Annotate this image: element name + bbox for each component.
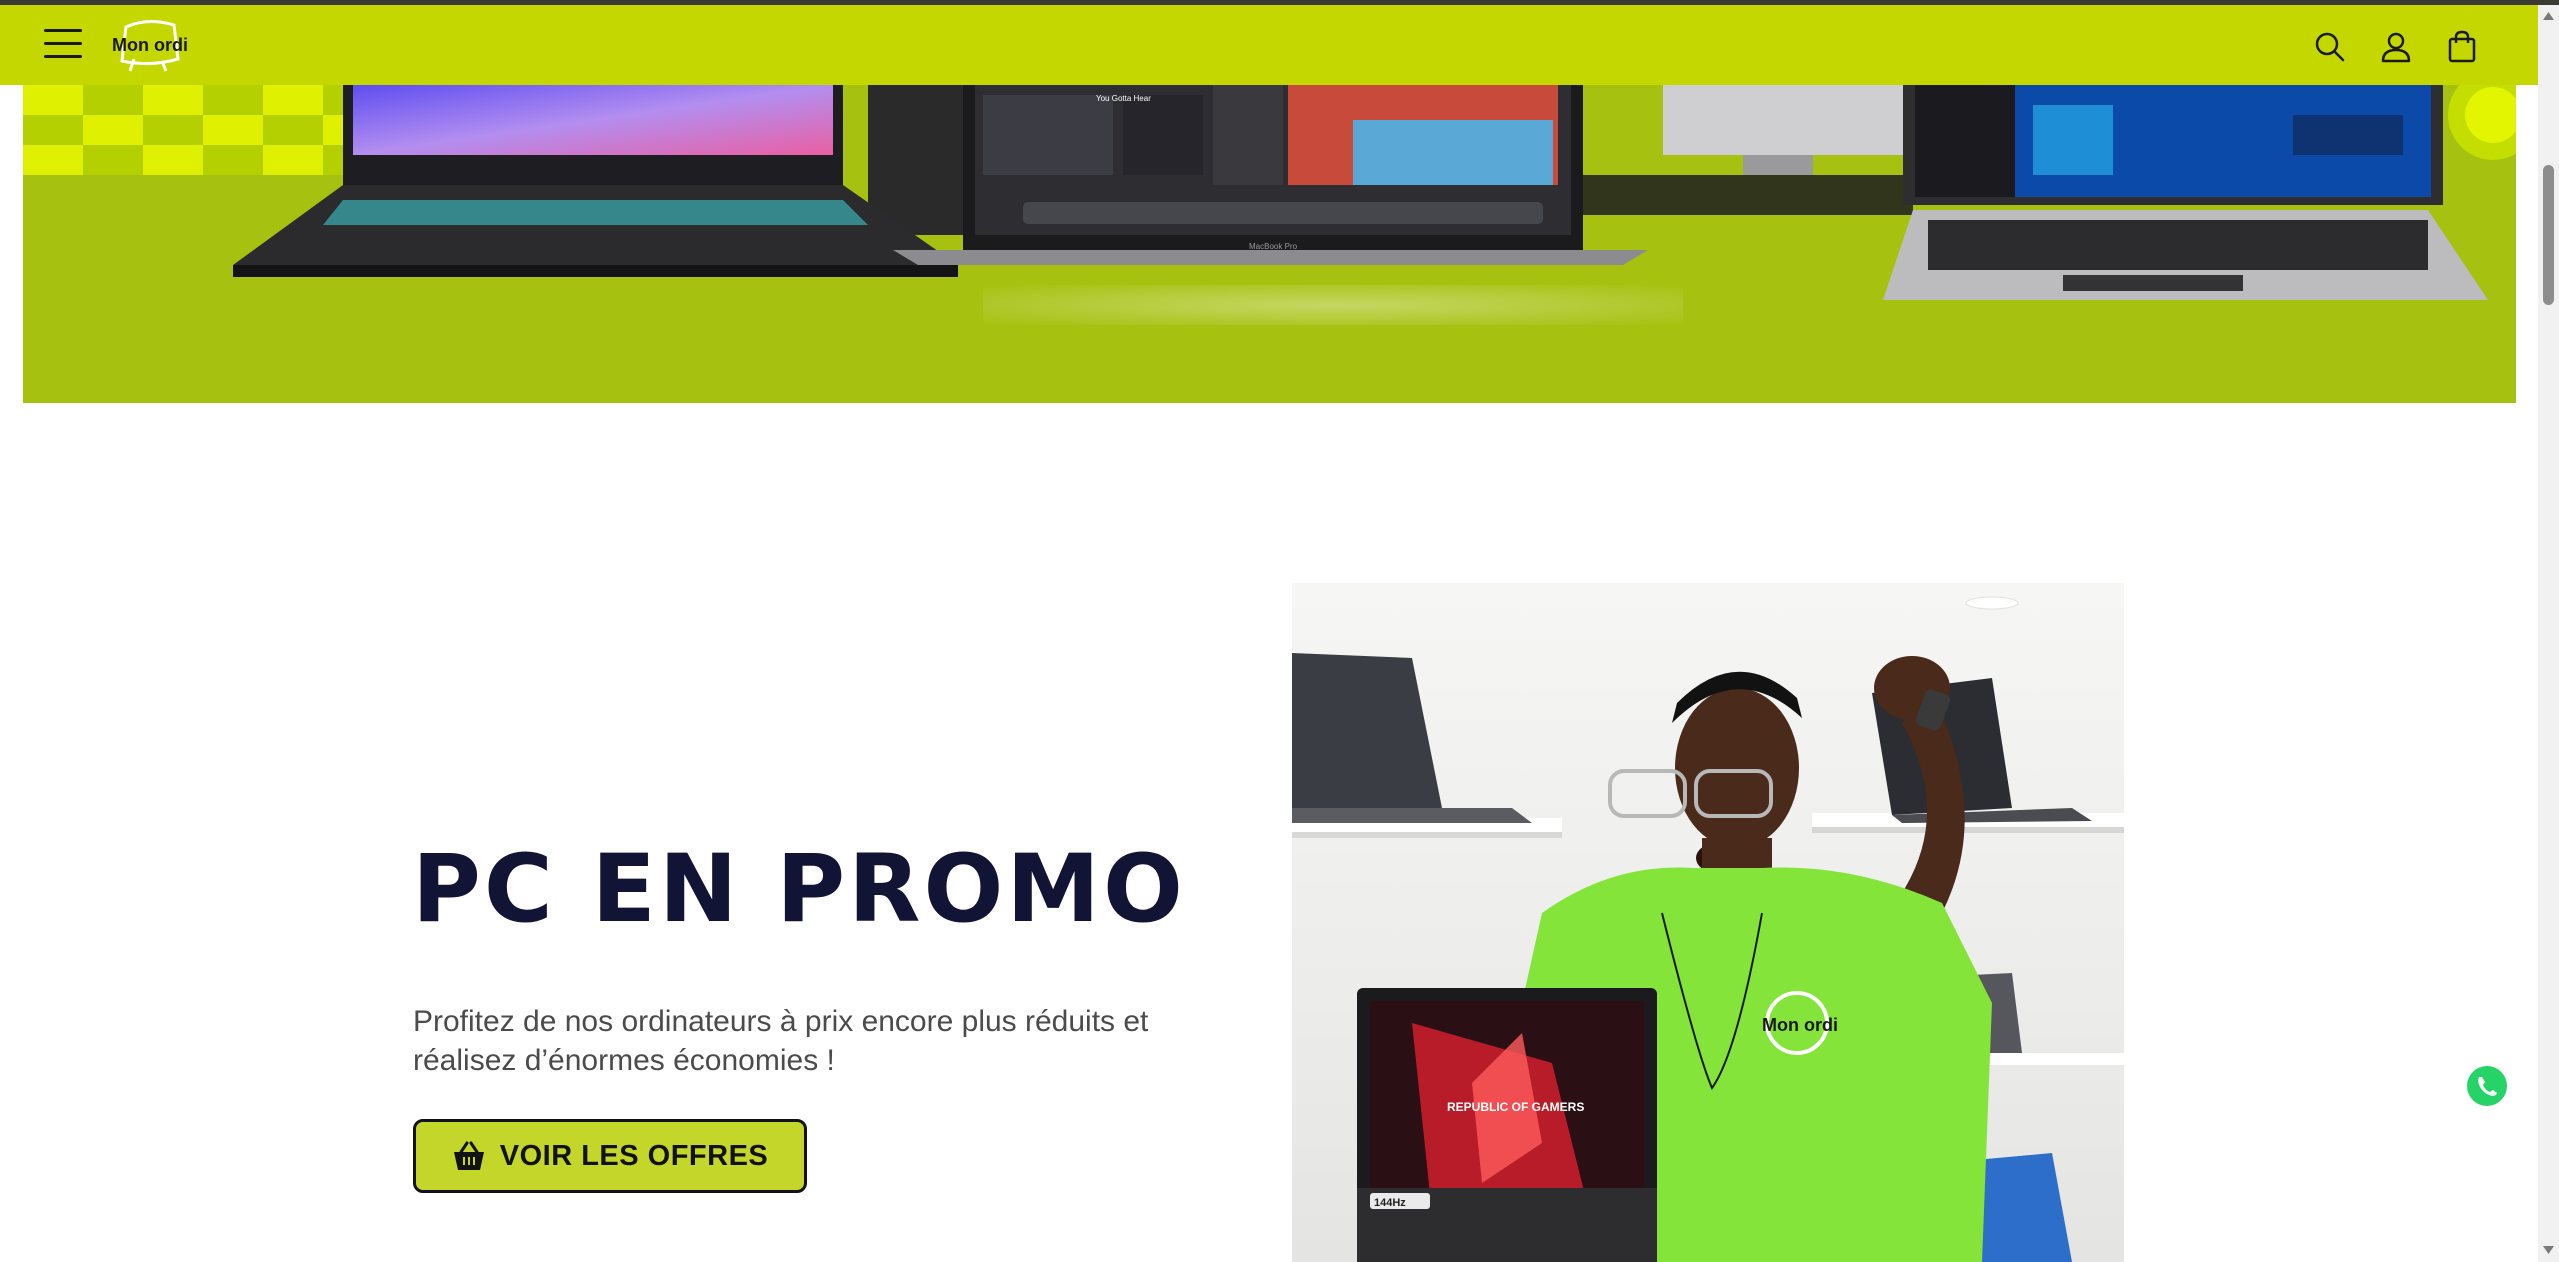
shirt-logo-text: Mon ordi <box>1762 1015 1838 1035</box>
whatsapp-button[interactable] <box>2460 1060 2514 1114</box>
gaming-laptop-image <box>233 85 958 277</box>
scrollbar-thumb[interactable] <box>2543 165 2554 305</box>
screen-brand-text: REPUBLIC OF GAMERS <box>1447 1100 1584 1114</box>
scroll-down-icon[interactable] <box>2542 1245 2555 1255</box>
logo-text: Mon ordi <box>112 35 188 55</box>
macbook-image: You Gotta Hear MacBook Pro <box>893 85 1648 265</box>
promo-title: PC EN PROMO <box>412 835 1186 944</box>
whatsapp-icon <box>2462 1062 2511 1111</box>
promo-photo: Mon ordi REPUBLIC OF GAMERS 144Hz <box>1292 583 2124 1262</box>
menu-icon[interactable] <box>44 29 82 65</box>
account-icon[interactable] <box>2376 27 2416 67</box>
macbook-screen-text: You Gotta Hear <box>1096 94 1151 103</box>
banner-glow <box>983 285 1683 325</box>
refresh-rate-label: 144Hz <box>1374 1197 1406 1209</box>
view-offers-label: VOIR LES OFFRES <box>499 1139 769 1172</box>
vertical-scrollbar[interactable] <box>2538 5 2559 1262</box>
view-offers-button[interactable]: VOIR LES OFFRES <box>413 1119 807 1193</box>
cart-icon[interactable] <box>2442 27 2482 67</box>
page: Mon ordi You Gotta Hear MacBook Pro PC E… <box>0 0 2559 1262</box>
site-header: Mon ordi <box>0 5 2538 85</box>
site-logo[interactable]: Mon ordi <box>108 15 188 75</box>
basket-icon <box>453 1141 484 1170</box>
windows-laptop-image <box>1883 85 2488 300</box>
macbook-label: MacBook Pro <box>1249 242 1298 251</box>
hero-banner: You Gotta Hear MacBook Pro <box>23 85 2516 403</box>
search-icon[interactable] <box>2310 27 2350 67</box>
promo-description: Profitez de nos ordinateurs à prix encor… <box>413 1005 1149 1077</box>
laptops-illustration: You Gotta Hear MacBook Pro <box>233 85 2516 300</box>
scroll-up-icon[interactable] <box>2542 11 2555 21</box>
